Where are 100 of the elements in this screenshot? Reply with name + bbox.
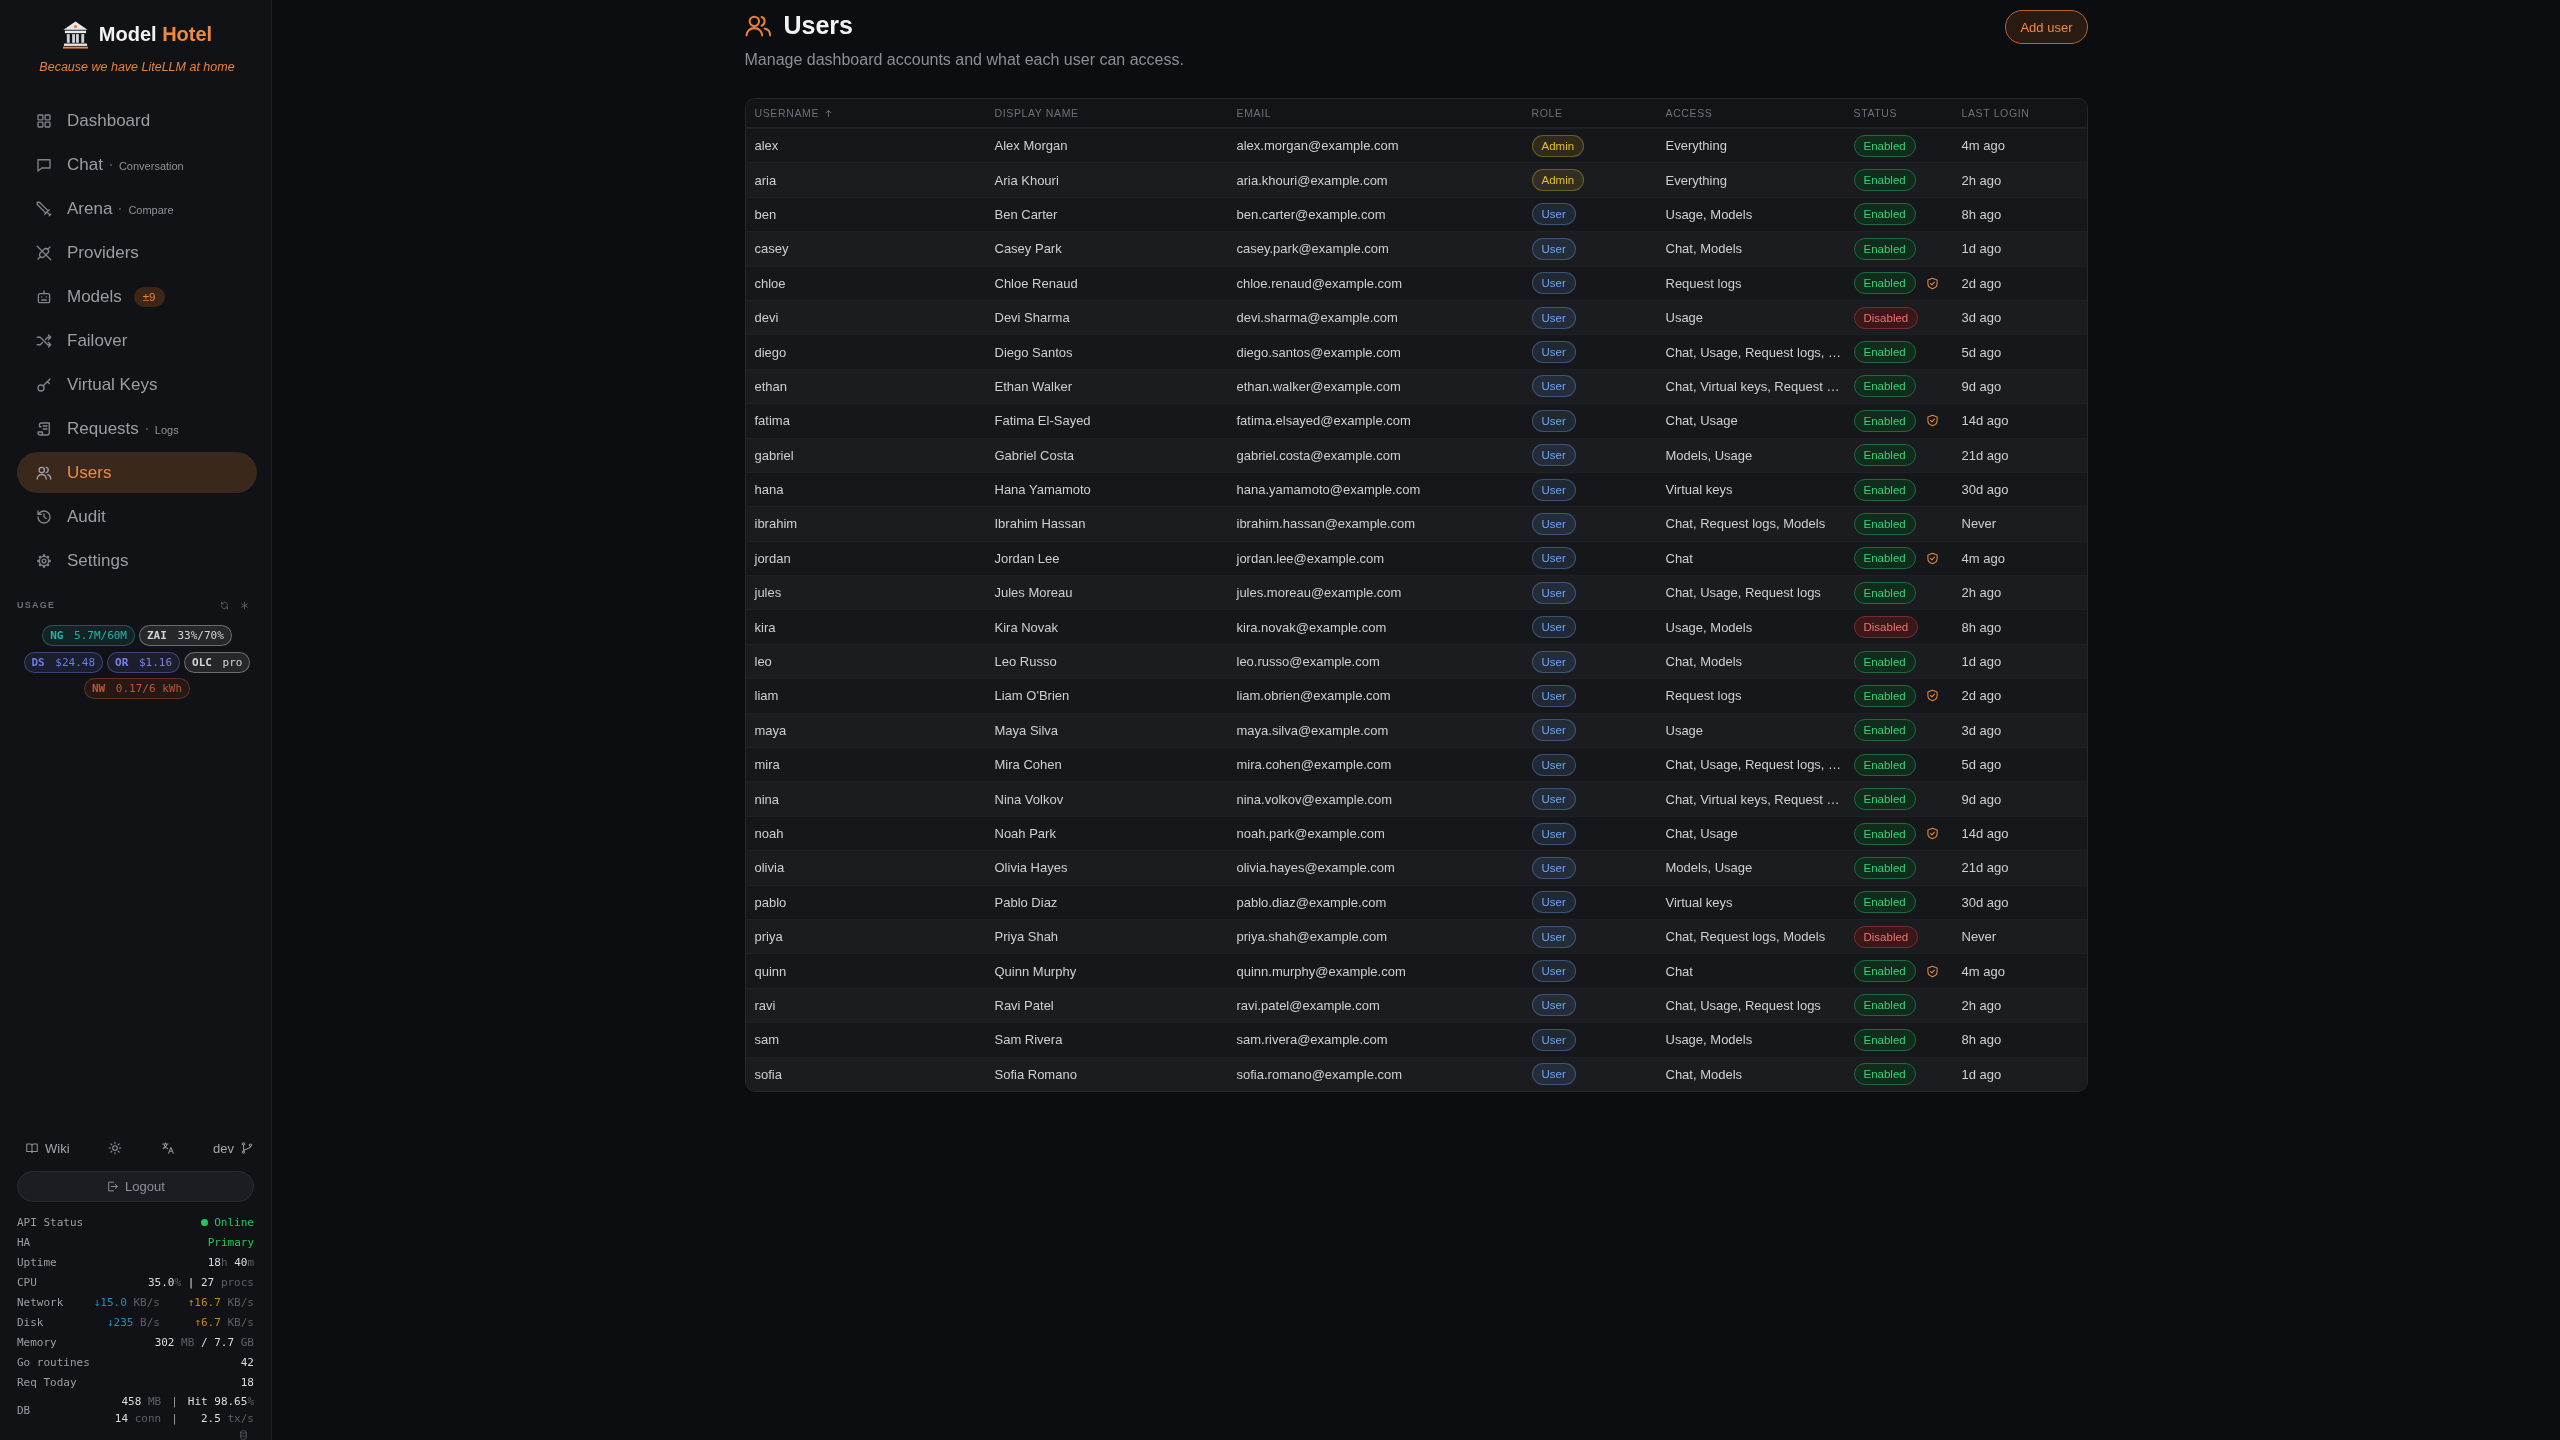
status-badge: Enabled (1853, 891, 1916, 914)
section-label: USAGE (17, 600, 56, 610)
status-badge: Disabled (1853, 306, 1919, 329)
table-cell-text: Everything (1664, 172, 1728, 188)
status-badge: Enabled (1853, 822, 1916, 845)
nav-item[interactable]: Requests Logs (17, 408, 257, 449)
role-badge: User (1531, 409, 1576, 432)
table-cell-text: diego (753, 344, 788, 360)
table-cell-text: Usage, Models (1664, 619, 1754, 635)
refresh-icon[interactable] (220, 600, 229, 610)
table-cell-text: 4m ago (1960, 550, 2006, 566)
table-cell-text: Ravi Patel (993, 997, 1055, 1013)
column-header[interactable]: ROLE (1522, 107, 1657, 119)
role-badge: Admin (1531, 134, 1585, 157)
table-cell-text: Everything (1664, 138, 1728, 154)
table-cell-text: Priya Shah (993, 929, 1060, 945)
status-badge: Enabled (1853, 1063, 1916, 1086)
column-header[interactable]: EMAIL (1227, 107, 1523, 119)
status-label: Go routines (17, 1355, 90, 1369)
table-cell-text: Usage, Models (1664, 1032, 1754, 1048)
role-badge: User (1531, 375, 1576, 398)
nav-item[interactable]: Settings (17, 540, 257, 581)
history-icon (35, 507, 53, 526)
table-cell-text: ibrahim (753, 516, 799, 532)
nav-item[interactable]: Dashboard (17, 100, 257, 141)
table-cell-text: Nina Volkov (993, 791, 1065, 807)
sun-icon[interactable] (108, 1141, 123, 1155)
status-value: 35.0% | 27 procs (148, 1275, 254, 1289)
nav-item[interactable]: Chat Conversation (17, 144, 257, 185)
logout-icon (106, 1180, 120, 1193)
add-user-button[interactable]: Add user (2005, 10, 2088, 44)
nav-item[interactable]: Providers (17, 232, 257, 273)
status-value: Online (214, 1215, 254, 1229)
table-cell-text: Models, Usage (1664, 860, 1754, 876)
nav-item[interactable]: Failover (17, 320, 257, 361)
role-badge: User (1531, 650, 1576, 673)
table-cell-text: Leo Russo (993, 654, 1058, 670)
table-cell-text: pablo.diaz@example.com (1235, 894, 1388, 910)
column-header[interactable]: STATUS (1844, 107, 1953, 119)
table-cell-text: devi (753, 310, 780, 326)
status-badge: Enabled (1853, 409, 1916, 432)
table-cell-text: Never (1960, 929, 1998, 945)
table-cell-text: quinn (753, 963, 788, 979)
status-badge: Enabled (1853, 788, 1916, 811)
status-label: CPU (17, 1275, 37, 1289)
column-header[interactable]: USERNAME (745, 107, 986, 119)
usage-chip: OLC pro (184, 651, 251, 673)
table-cell-text: Devi Sharma (993, 310, 1071, 326)
wiki-link[interactable]: Wiki (25, 1140, 70, 1156)
table-cell-text: 2d ago (1960, 688, 2003, 704)
table-cell-text: Diego Santos (993, 344, 1074, 360)
status-label: API Status (17, 1215, 84, 1229)
column-header[interactable]: ACCESS (1656, 107, 1845, 119)
translate-icon[interactable] (160, 1141, 175, 1155)
table-cell-text: Chat, Models (1664, 241, 1744, 257)
table-cell-text: 1d ago (1960, 1066, 2003, 1082)
role-badge: Admin (1531, 169, 1585, 192)
table-cell-text: Olivia Hayes (993, 860, 1069, 876)
table-cell-text: devi.sharma@example.com (1235, 310, 1399, 326)
table-cell-text: Ibrahim Hassan (993, 516, 1087, 532)
nav-item[interactable]: Virtual Keys (17, 364, 257, 405)
nav-item[interactable]: Arena Compare (17, 188, 257, 229)
table-cell-text: liam (753, 688, 780, 704)
status-badge: Enabled (1853, 856, 1916, 879)
status-value: ↓235 B/s (106, 1315, 160, 1329)
status-badge: Enabled (1853, 444, 1916, 467)
table-cell-text: priya.shah@example.com (1235, 929, 1388, 945)
asterisk-icon[interactable] (240, 600, 249, 610)
status-value: ↓15.0 KB/s (92, 1295, 160, 1309)
status-label: Disk (17, 1315, 44, 1329)
status-badge: Enabled (1853, 547, 1916, 570)
table-cell-text: Hana Yamamoto (993, 482, 1092, 498)
column-header[interactable]: LAST LOGIN (1952, 107, 2087, 119)
table-cell-text: jules.moreau@example.com (1235, 585, 1403, 601)
column-header[interactable]: DISPLAY NAME (985, 107, 1228, 119)
table-cell-text: Request logs (1664, 275, 1743, 291)
usage-chip: NW 0.17/6 kWh (83, 678, 191, 699)
table-cell-text: 14d ago (1960, 413, 2010, 429)
nav-item[interactable]: Models ±9 (17, 276, 257, 317)
table-cell-text: mira (753, 757, 781, 773)
table-cell-text: 30d ago (1960, 894, 2010, 910)
table-cell-text: gabriel.costa@example.com (1235, 447, 1402, 463)
table-cell-text: leo.russo@example.com (1235, 654, 1381, 670)
table-cell-text: Chat, Usage, Request logs, … (1664, 757, 1843, 773)
table-cell-text: Chat, Usage (1664, 413, 1739, 429)
table-cell-text: Aria Khouri (993, 172, 1060, 188)
status-badge: Enabled (1853, 134, 1916, 157)
table-cell-text: Mira Cohen (993, 757, 1063, 773)
logout-button[interactable]: Logout (17, 1171, 254, 1202)
status-value: Primary (207, 1235, 254, 1249)
status-badge: Enabled (1853, 375, 1916, 398)
status-badge: Disabled (1853, 616, 1919, 639)
nav-item[interactable]: Users (17, 452, 257, 493)
nav-item[interactable]: Audit (17, 496, 257, 537)
table-cell-text: hana (753, 482, 785, 498)
table-cell-text: sofia.romano@example.com (1235, 1066, 1404, 1082)
status-value: Hit 98.65% (187, 1394, 254, 1410)
status-badge: Enabled (1853, 478, 1916, 501)
role-badge: User (1531, 1028, 1576, 1051)
table-cell-text: alex (753, 138, 780, 154)
